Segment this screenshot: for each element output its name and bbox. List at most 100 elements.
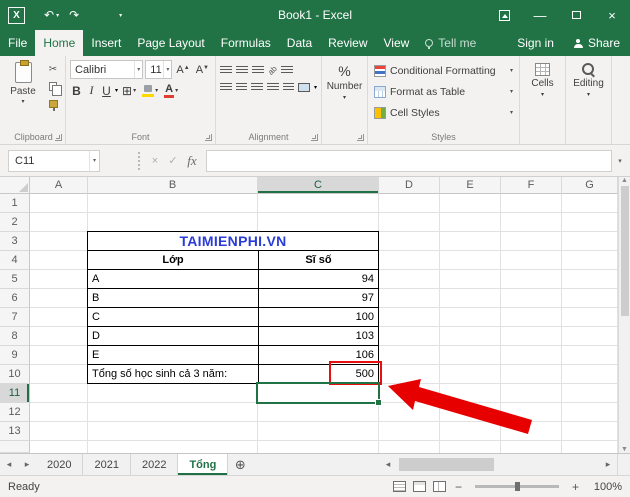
- minimize-button[interactable]: —: [522, 0, 558, 30]
- count-cell[interactable]: 100: [258, 308, 378, 326]
- cancel-button[interactable]: ×: [146, 155, 164, 167]
- clipboard-dialog-launcher[interactable]: [55, 134, 62, 141]
- ribbon-display-options-button[interactable]: [486, 0, 522, 30]
- insert-function-button[interactable]: fx: [182, 153, 202, 169]
- zoom-out-button[interactable]: −: [453, 480, 464, 494]
- conditional-formatting-button[interactable]: Conditional Formatting ▾: [372, 60, 515, 81]
- hscroll-left-icon[interactable]: ◂: [379, 459, 397, 470]
- tab-insert[interactable]: Insert: [83, 30, 129, 56]
- tab-review[interactable]: Review: [320, 30, 375, 56]
- font-name-combo[interactable]: Calibri ▾: [70, 60, 144, 79]
- excel-logo-icon[interactable]: X: [8, 6, 25, 24]
- tab-page-layout[interactable]: Page Layout: [129, 30, 212, 56]
- orientation-icon[interactable]: ab: [266, 64, 279, 77]
- shrink-font-button[interactable]: A ▼: [194, 64, 211, 76]
- row-header-13[interactable]: 13: [0, 422, 30, 441]
- row-header-4[interactable]: 4: [0, 251, 30, 270]
- align-middle-icon[interactable]: [236, 65, 248, 75]
- column-header-e[interactable]: E: [440, 177, 501, 194]
- row-header-8[interactable]: 8: [0, 327, 30, 346]
- wrap-text-icon[interactable]: [280, 65, 293, 75]
- cut-button[interactable]: ✂: [45, 63, 61, 76]
- row-header-5[interactable]: 5: [0, 270, 30, 289]
- column-header-f[interactable]: F: [501, 177, 562, 194]
- horizontal-scroll-thumb[interactable]: [399, 458, 494, 471]
- tab-formulas[interactable]: Formulas: [213, 30, 279, 56]
- underline-button[interactable]: U: [100, 84, 113, 98]
- select-all-corner[interactable]: [0, 177, 30, 194]
- column-header-d[interactable]: D: [379, 177, 440, 194]
- zoom-level[interactable]: 100%: [588, 481, 622, 493]
- bold-button[interactable]: B: [70, 84, 83, 98]
- class-cell[interactable]: B: [88, 289, 258, 307]
- borders-button[interactable]: ⊞ ▾: [120, 84, 138, 98]
- class-cell[interactable]: A: [88, 270, 258, 288]
- editing-button[interactable]: Editing ▾: [570, 60, 607, 98]
- tab-home[interactable]: Home: [35, 30, 84, 56]
- decrease-indent-icon[interactable]: [266, 82, 279, 92]
- column-header-a[interactable]: A: [30, 177, 88, 194]
- format-as-table-button[interactable]: Format as Table ▾: [372, 81, 515, 102]
- font-dialog-launcher[interactable]: [205, 134, 212, 141]
- row-header-9[interactable]: 9: [0, 346, 30, 365]
- row-header-6[interactable]: 6: [0, 289, 30, 308]
- align-left-icon[interactable]: [220, 82, 232, 92]
- vertical-scrollbar[interactable]: ▲ ▼: [618, 177, 630, 453]
- share-button[interactable]: Share: [564, 30, 630, 56]
- tab-file[interactable]: File: [0, 30, 35, 56]
- sheet-tab-2021[interactable]: 2021: [83, 454, 131, 475]
- italic-button[interactable]: I: [85, 83, 98, 98]
- sheet-nav-right[interactable]: ▸: [18, 454, 36, 475]
- zoom-slider[interactable]: [474, 482, 559, 491]
- scroll-up-icon[interactable]: ▲: [621, 177, 628, 184]
- formula-input[interactable]: [206, 149, 612, 172]
- customize-qat-button[interactable]: ▾: [116, 12, 125, 19]
- tab-data[interactable]: Data: [279, 30, 320, 56]
- tell-me-box[interactable]: Tell me: [417, 30, 484, 56]
- table-header-lop[interactable]: Lớp: [88, 251, 258, 269]
- format-painter-button[interactable]: [45, 97, 61, 111]
- row-header-12[interactable]: 12: [0, 403, 30, 422]
- class-cell[interactable]: C: [88, 308, 258, 326]
- font-size-combo[interactable]: 11 ▾: [145, 60, 173, 79]
- cells-button[interactable]: Cells ▾: [524, 60, 561, 98]
- scroll-down-icon[interactable]: ▼: [621, 446, 628, 453]
- row-header-10[interactable]: 10: [0, 365, 30, 384]
- increase-indent-icon[interactable]: [282, 82, 295, 92]
- cell-styles-button[interactable]: Cell Styles ▾: [372, 102, 515, 123]
- sheet-tab-2020[interactable]: 2020: [36, 454, 84, 475]
- row-header-3[interactable]: 3: [0, 232, 30, 251]
- merge-center-caret-icon[interactable]: ▾: [314, 84, 317, 91]
- paste-button[interactable]: Paste ▾: [6, 60, 40, 110]
- class-cell[interactable]: D: [88, 327, 258, 345]
- zoom-slider-thumb[interactable]: [514, 482, 520, 491]
- tab-view[interactable]: View: [376, 30, 418, 56]
- sign-in-button[interactable]: Sign in: [507, 30, 564, 56]
- page-break-view-button[interactable]: [432, 481, 446, 492]
- class-cell[interactable]: E: [88, 346, 258, 364]
- fill-color-button[interactable]: ▾: [140, 84, 160, 97]
- expand-formula-bar-button[interactable]: ▾: [612, 157, 628, 165]
- row-header-11[interactable]: 11: [0, 384, 30, 403]
- new-sheet-button[interactable]: ⊕: [228, 454, 252, 475]
- table-banner-row[interactable]: TAIMIENPHI.VN: [87, 231, 379, 251]
- count-cell[interactable]: 97: [258, 289, 378, 307]
- horizontal-scrollbar[interactable]: ◂ ▸: [379, 454, 617, 475]
- number-format-button[interactable]: % Number ▾: [326, 60, 363, 101]
- align-top-icon[interactable]: [220, 65, 232, 75]
- count-cell[interactable]: 94: [258, 270, 378, 288]
- close-button[interactable]: ×: [594, 0, 630, 30]
- row-header-2[interactable]: 2: [0, 213, 30, 232]
- horizontal-scroll-track[interactable]: [397, 454, 599, 475]
- page-layout-view-button[interactable]: [412, 481, 426, 492]
- copy-button[interactable]: [45, 80, 62, 96]
- alignment-dialog-launcher[interactable]: [311, 134, 318, 141]
- enter-button[interactable]: ✓: [164, 154, 182, 167]
- name-box[interactable]: C11 ▾: [8, 149, 100, 172]
- cell-selection[interactable]: [256, 382, 382, 406]
- zoom-in-button[interactable]: +: [570, 480, 581, 494]
- merge-center-icon[interactable]: [298, 82, 310, 92]
- column-header-c[interactable]: C: [258, 177, 379, 194]
- normal-view-button[interactable]: [392, 481, 406, 492]
- column-header-b[interactable]: B: [88, 177, 258, 194]
